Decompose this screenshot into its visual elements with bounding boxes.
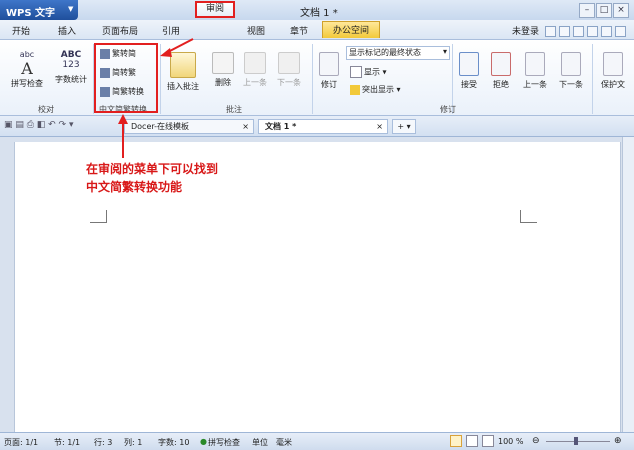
status-unit-label: 单位 <box>252 438 268 447</box>
arrow-up-head <box>118 114 128 124</box>
zoom-slider-thumb[interactable] <box>574 437 578 445</box>
status-unit[interactable]: 毫米 <box>276 437 292 448</box>
status-bar: 页面: 1/1 节: 1/1 行: 3 列: 1 字数: 10 ● 拼写检查 单… <box>0 432 634 450</box>
annotation-arrows <box>118 38 194 158</box>
page-view-icon[interactable] <box>450 435 462 447</box>
status-page: 页面: 1/1 <box>4 438 39 447</box>
annotation-line-2: 中文简繁转换功能 <box>86 180 183 194</box>
outline-view-icon[interactable] <box>466 435 478 447</box>
web-view-icon[interactable] <box>482 435 494 447</box>
zoom-in-icon[interactable]: ⊕ <box>614 436 622 446</box>
zoom-out-icon[interactable]: ⊖ <box>532 436 540 446</box>
status-col: 列: 1 <box>124 438 143 447</box>
arrow-left-head <box>160 48 172 57</box>
zoom-slider[interactable] <box>546 441 610 442</box>
status-row: 行: 3 <box>94 438 113 447</box>
annotation-line-1: 在审阅的菜单下可以找到 <box>86 162 219 176</box>
status-spell-check[interactable]: 拼写检查 <box>208 437 240 448</box>
status-spell-icon: ● <box>200 437 207 446</box>
status-words: 字数: 10 <box>158 438 190 447</box>
annotation-text: 在审阅的菜单下可以找到 中文简繁转换功能 <box>86 160 218 196</box>
status-section: 节: 1/1 <box>54 438 81 447</box>
status-zoom: 100 % <box>498 437 524 446</box>
